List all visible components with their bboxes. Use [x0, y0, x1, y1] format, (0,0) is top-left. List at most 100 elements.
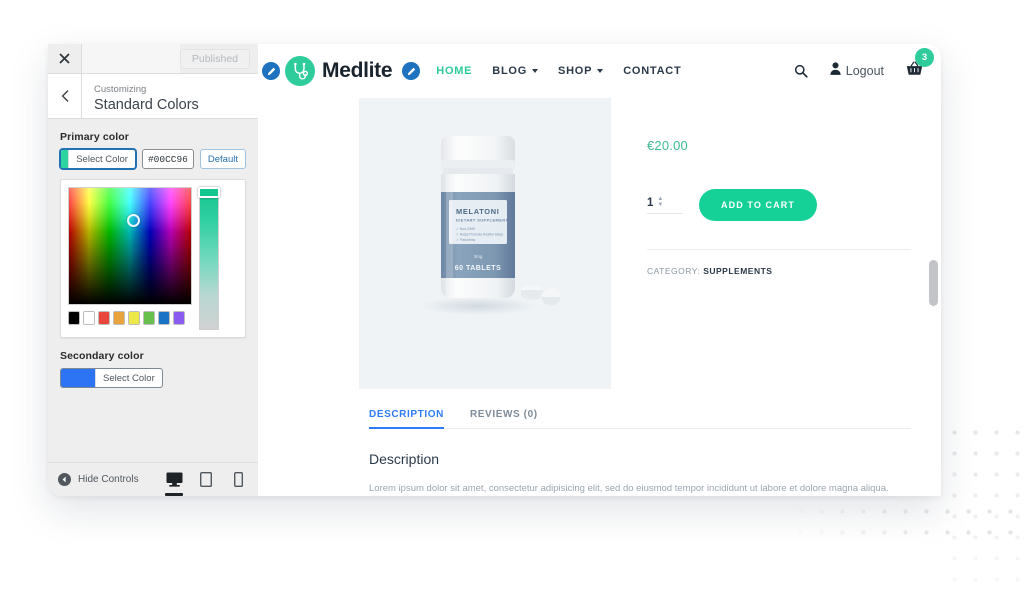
secondary-select-color-label: Select Color [103, 372, 155, 384]
customizing-kicker: Customizing [94, 84, 147, 95]
nav-item-home-label: HOME [436, 65, 473, 77]
color-picker-left [68, 187, 192, 330]
edit-menu-pencil-icon[interactable] [402, 62, 421, 80]
product-page-body: MELATONI DIETARY SUPPLEMENT ✓ Non-GMO ✓ … [258, 98, 941, 496]
preset-swatch-orange[interactable] [113, 311, 125, 325]
decorative-dot-grid-horizontal [786, 497, 1024, 543]
description-text: Lorem ipsum dolor sit amet, consectetur … [369, 483, 889, 494]
primary-select-color-label: Select Color [76, 153, 128, 165]
preset-swatches [68, 311, 192, 325]
tablet-icon[interactable] [196, 469, 216, 491]
user-icon [830, 62, 841, 80]
preset-swatch-black[interactable] [68, 311, 80, 325]
category-value[interactable]: SUPPLEMENTS [703, 266, 772, 276]
customizer-panel: Published Customizing Standard Colors Pr… [48, 44, 258, 496]
primary-color-swatch [61, 150, 70, 168]
svg-text:3mg: 3mg [474, 254, 483, 259]
topbar-spacer [82, 44, 180, 73]
color-picker-cursor[interactable] [127, 214, 140, 227]
secondary-color-label: Secondary color [60, 350, 144, 362]
purchase-controls: 1 ▲ ▼ ADD TO CART [647, 189, 911, 221]
logout-label: Logout [845, 64, 884, 78]
customizer-header: Customizing Standard Colors [48, 74, 258, 119]
edit-logo-pencil-icon[interactable] [262, 62, 280, 80]
account-logout-link[interactable]: Logout [830, 62, 884, 80]
primary-default-button[interactable]: Default [199, 149, 246, 169]
product-tabs-section: DESCRIPTION REVIEWS (0) Description Lore… [258, 409, 941, 496]
primary-nav: HOME BLOG SHOP CONTACT [436, 65, 681, 77]
nav-item-home[interactable]: HOME [436, 65, 472, 77]
melatonin-bottle-illustration: MELATONI DIETARY SUPPLEMENT ✓ Non-GMO ✓ … [420, 136, 560, 315]
quantity-value: 1 [647, 196, 654, 209]
device-preview-switcher [164, 469, 248, 496]
product-meta-divider [647, 249, 911, 250]
preset-swatch-blue[interactable] [158, 311, 170, 325]
nav-item-contact[interactable]: CONTACT [623, 65, 681, 77]
secondary-select-color-button[interactable]: Select Color [60, 368, 163, 388]
alpha-slider[interactable] [198, 187, 220, 330]
svg-text:MELATONI: MELATONI [456, 207, 500, 216]
site-header: Medlite HOME BLOG SHOP CONTACT Logout 3 [258, 44, 941, 98]
saturation-value-field[interactable] [68, 187, 192, 305]
preset-swatch-yellow[interactable] [128, 311, 140, 325]
hide-controls-label: Hide Controls [78, 474, 139, 485]
customizer-body: Primary color Select Color #00CC96 Defau… [48, 119, 258, 462]
quantity-stepper[interactable]: 1 ▲ ▼ [647, 196, 683, 214]
svg-text:✓ Helps Promote Restful Sleep: ✓ Helps Promote Restful Sleep [456, 233, 503, 237]
mobile-icon[interactable] [228, 469, 248, 491]
customizer-window: Published Customizing Standard Colors Pr… [48, 44, 941, 496]
preset-swatch-green[interactable] [143, 311, 155, 325]
primary-color-label: Primary color [60, 131, 129, 143]
chevron-left-icon[interactable] [48, 74, 82, 118]
primary-select-color-button[interactable]: Select Color [60, 149, 136, 169]
preset-swatch-purple[interactable] [173, 311, 185, 325]
alpha-slider-handle[interactable] [198, 187, 220, 198]
header-actions: Logout 3 [794, 48, 934, 81]
stethoscope-icon [285, 56, 315, 86]
nav-item-shop-label: SHOP [558, 65, 593, 77]
nav-item-contact-label: CONTACT [623, 65, 682, 77]
site-brand[interactable]: Medlite [285, 56, 393, 86]
preset-swatch-white[interactable] [83, 311, 95, 325]
nav-item-shop[interactable]: SHOP [558, 65, 604, 77]
close-icon[interactable] [48, 44, 82, 73]
tab-description[interactable]: DESCRIPTION [369, 409, 444, 429]
quantity-spinner-icon[interactable]: ▲ ▼ [657, 196, 663, 208]
collapse-arrow-icon [58, 473, 71, 486]
description-heading: Description [369, 451, 440, 467]
hide-controls-button[interactable]: Hide Controls [58, 473, 139, 486]
secondary-color-row: Select Color [60, 368, 246, 388]
preview-scrollbar-thumb[interactable] [929, 260, 938, 306]
nav-item-blog[interactable]: BLOG [492, 65, 539, 77]
chevron-down-icon [532, 69, 539, 73]
search-icon[interactable] [794, 64, 808, 78]
product-price: €20.00 [647, 138, 688, 153]
customizer-footer: Hide Controls [48, 462, 258, 496]
site-preview: Medlite HOME BLOG SHOP CONTACT Logout 3 … [258, 44, 941, 496]
desktop-icon[interactable] [164, 469, 184, 496]
tab-reviews[interactable]: REVIEWS (0) [470, 409, 538, 428]
color-picker-popup [60, 179, 246, 338]
primary-color-row: Select Color #00CC96 Default [60, 149, 246, 169]
category-label: CATEGORY: [647, 266, 701, 276]
screenshot-root: Published Customizing Standard Colors Pr… [0, 0, 1024, 591]
preset-swatch-red[interactable] [98, 311, 110, 325]
product-details: €20.00 1 ▲ ▼ ADD TO CART CATEGORY: SUPPL… [611, 98, 941, 389]
cart-count-badge: 3 [915, 48, 934, 67]
svg-text:✓ Flavorless: ✓ Flavorless [456, 238, 476, 242]
svg-text:✓ Non-GMO: ✓ Non-GMO [456, 227, 476, 231]
product-image[interactable]: MELATONI DIETARY SUPPLEMENT ✓ Non-GMO ✓ … [359, 98, 611, 389]
publish-button[interactable]: Published [179, 48, 250, 69]
cart-button[interactable]: 3 [906, 48, 934, 81]
primary-hex-input[interactable]: #00CC96 [141, 149, 194, 169]
secondary-color-swatch [61, 369, 96, 387]
svg-text:DIETARY SUPPLEMENT: DIETARY SUPPLEMENT [456, 218, 509, 223]
customizer-titles: Customizing Standard Colors [82, 74, 199, 118]
quantity-decrement[interactable]: ▼ [657, 202, 663, 208]
customizer-topbar: Published [48, 44, 258, 74]
product-tabs: DESCRIPTION REVIEWS (0) [369, 409, 911, 429]
add-to-cart-button[interactable]: ADD TO CART [699, 189, 817, 221]
brand-name: Medlite [322, 59, 393, 82]
product-category: CATEGORY: SUPPLEMENTS [647, 266, 911, 276]
panel-title: Standard Colors [94, 97, 199, 113]
